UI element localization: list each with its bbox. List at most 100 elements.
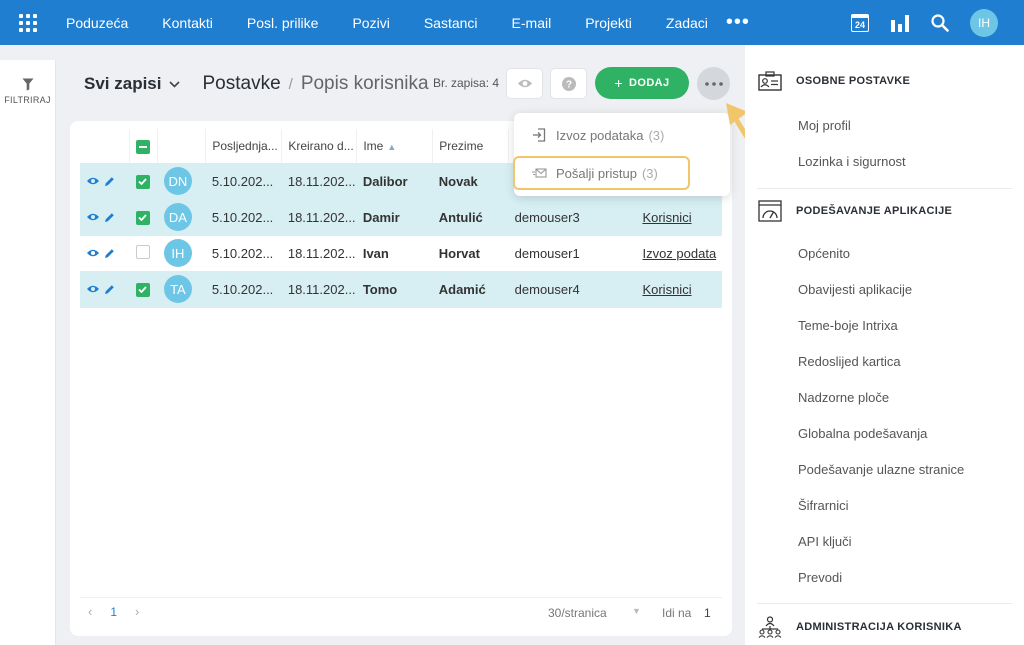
settings-link-landing-page[interactable]: Podešavanje ulazne stranice: [798, 462, 964, 477]
divider: [757, 603, 1012, 604]
calendar-button[interactable]: 24: [840, 0, 880, 45]
nav-item-zadaci[interactable]: Zadaci: [666, 15, 708, 31]
cell-surname: Adamić: [432, 271, 509, 308]
section-app-settings[interactable]: PODEŠAVANJE APLIKACIJE: [757, 200, 952, 222]
table-row[interactable]: DA 5.10.202... 18.11.202... Damir Antuli…: [80, 199, 722, 236]
breadcrumb-separator: /: [288, 75, 293, 93]
divider: [757, 188, 1012, 189]
column-header-surname[interactable]: Prezime: [432, 129, 510, 164]
group-link[interactable]: Korisnici: [642, 210, 691, 225]
row-actions: [80, 271, 130, 308]
filter-label: FILTRIRAJ: [4, 95, 51, 105]
check-icon: [138, 178, 148, 186]
view-toggle-button[interactable]: [506, 68, 543, 99]
cell-group: Korisnici: [636, 271, 722, 308]
row-checkbox[interactable]: [135, 210, 150, 225]
select-all-header: [129, 129, 159, 164]
view-eye-icon[interactable]: [86, 212, 100, 222]
settings-link-dashboards[interactable]: Nadzorne ploče: [798, 390, 889, 405]
add-button[interactable]: + DODAJ: [595, 67, 689, 99]
cell-surname: Novak: [432, 163, 509, 200]
goto-page-input[interactable]: 1: [704, 606, 711, 620]
menu-item-export-label: Izvoz podataka: [556, 127, 644, 143]
view-selector[interactable]: Svi zapisi: [84, 74, 181, 94]
reports-button[interactable]: [880, 0, 920, 45]
edit-pencil-icon[interactable]: [104, 248, 115, 259]
user-avatar[interactable]: IH: [970, 8, 998, 37]
more-actions-button[interactable]: [697, 67, 730, 100]
svg-text:?: ?: [565, 79, 571, 90]
nav-item-sastanci[interactable]: Sastanci: [424, 15, 478, 31]
cell-last-login: 5.10.202...: [205, 199, 282, 236]
nav-item-kontakti[interactable]: Kontakti: [162, 15, 213, 31]
section-personal-settings[interactable]: OSOBNE POSTAVKE: [757, 71, 910, 91]
edit-pencil-icon[interactable]: [104, 284, 115, 295]
column-header-last-login[interactable]: Posljednja...: [205, 129, 283, 164]
settings-link-theme-colors[interactable]: Teme-boje Intrixa: [798, 318, 898, 333]
row-checkbox[interactable]: [135, 174, 150, 189]
add-button-label: DODAJ: [629, 77, 670, 89]
row-checkbox[interactable]: [135, 282, 150, 297]
nav-item-projekti[interactable]: Projekti: [585, 15, 632, 31]
view-eye-icon[interactable]: [86, 284, 100, 294]
settings-link-password-security[interactable]: Lozinka i sigurnost: [798, 154, 906, 169]
menu-item-send-access[interactable]: Pošalji pristup (3): [514, 156, 730, 190]
apps-grid-button[interactable]: [0, 0, 56, 45]
view-eye-icon[interactable]: [86, 248, 100, 258]
search-button[interactable]: [920, 0, 960, 45]
settings-link-tab-order[interactable]: Redoslijed kartica: [798, 354, 901, 369]
goto-label: Idi na: [662, 606, 692, 620]
row-select-cell: [129, 163, 158, 200]
settings-link-api-keys[interactable]: API ključi: [798, 534, 851, 549]
row-avatar-cell: IH: [157, 235, 206, 272]
avatar: DA: [163, 203, 192, 231]
column-header-first-name[interactable]: Ime ▲: [356, 129, 434, 164]
nav-more-button[interactable]: •••: [726, 11, 750, 34]
record-count: Br. zapisa: 4: [433, 76, 500, 90]
group-link[interactable]: Korisnici: [642, 282, 691, 297]
select-all-checkbox[interactable]: [136, 140, 151, 155]
cell-surname: Antulić: [432, 199, 509, 236]
nav-item-pozivi[interactable]: Pozivi: [352, 15, 389, 31]
menu-item-export[interactable]: Izvoz podataka (3): [514, 118, 730, 152]
row-checkbox[interactable]: [135, 244, 150, 259]
section-user-administration[interactable]: ADMINISTRACIJA KORISNIKA: [757, 616, 962, 638]
view-eye-icon[interactable]: [86, 176, 100, 186]
filter-panel[interactable]: FILTRIRAJ: [0, 60, 56, 645]
page-size-select[interactable]: 30/stranica: [548, 606, 607, 620]
prev-page-icon[interactable]: ‹: [88, 604, 92, 619]
avatar: DN: [163, 167, 192, 195]
pagination: ‹ 1 › 30/stranica ▼ Idi na 1: [80, 597, 722, 625]
settings-link-global-settings[interactable]: Globalna podešavanja: [798, 426, 927, 441]
help-button[interactable]: ?: [550, 68, 587, 99]
plus-icon: +: [614, 75, 624, 91]
nav-item-poslovne-prilike[interactable]: Posl. prilike: [247, 15, 319, 31]
settings-link-translations[interactable]: Prevodi: [798, 570, 842, 585]
column-header-created[interactable]: Kreirano d...: [281, 129, 358, 164]
avatar: IH: [163, 239, 192, 267]
cell-group: Izvoz podata: [636, 235, 722, 272]
breadcrumb-postavke[interactable]: Postavke: [202, 73, 280, 95]
row-avatar-cell: DA: [157, 199, 206, 236]
next-page-icon[interactable]: ›: [135, 604, 139, 619]
row-actions: [80, 199, 130, 236]
settings-link-codebooks[interactable]: Šifrarnici: [798, 498, 849, 513]
edit-pencil-icon[interactable]: [104, 212, 115, 223]
group-link[interactable]: Izvoz podata: [642, 246, 716, 261]
sort-icon: ▲: [387, 141, 397, 152]
settings-link-general[interactable]: Općenito: [798, 246, 850, 261]
eye-icon: [517, 79, 532, 88]
edit-pencil-icon[interactable]: [104, 176, 115, 187]
cell-created: 18.11.202...: [281, 271, 357, 308]
search-icon: [931, 13, 949, 32]
page-number[interactable]: 1: [110, 605, 117, 619]
nav-item-poduzeca[interactable]: Poduzeća: [66, 15, 128, 31]
page-title: Popis korisnika: [300, 73, 429, 94]
table-row[interactable]: IH 5.10.202... 18.11.202... Ivan Horvat …: [80, 235, 722, 272]
settings-link-app-notifications[interactable]: Obavijesti aplikacije: [798, 282, 912, 297]
table-row[interactable]: TA 5.10.202... 18.11.202... Tomo Adamić …: [80, 271, 722, 308]
nav-item-email[interactable]: E-mail: [512, 15, 552, 31]
row-select-cell: [129, 271, 158, 308]
page-header: Svi zapisi Postavke / Popis korisnika: [84, 66, 429, 102]
settings-link-my-profile[interactable]: Moj profil: [798, 118, 851, 133]
